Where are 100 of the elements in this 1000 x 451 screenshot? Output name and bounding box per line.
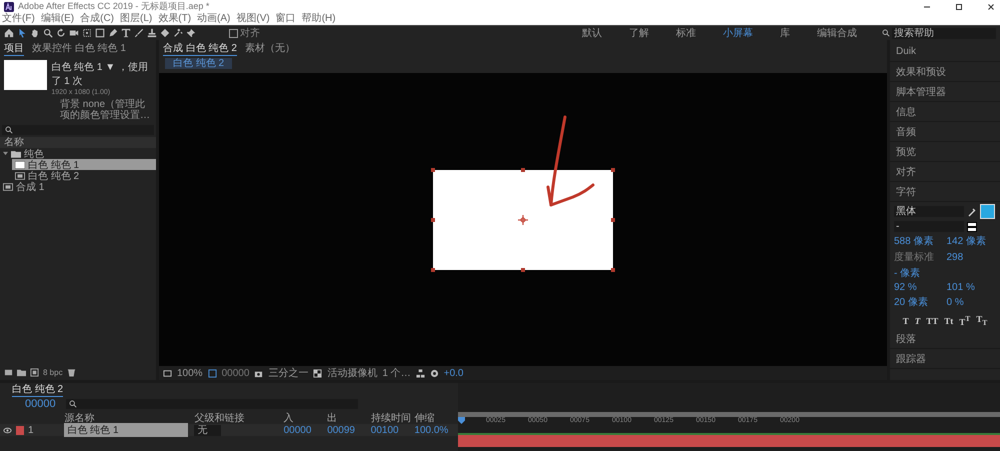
text-style-button[interactable]: T <box>912 316 922 326</box>
workspace-tab[interactable]: 小屏幕 <box>711 26 765 40</box>
stroke-color-swatch-icon[interactable] <box>967 222 977 232</box>
panel-header[interactable]: 音频 <box>890 122 1000 142</box>
menu-item[interactable]: 视图(V) <box>236 13 270 25</box>
menu-item[interactable]: 窗口 <box>276 13 296 25</box>
solid-layer[interactable] <box>433 170 613 270</box>
panel-header[interactable]: 对齐 <box>890 162 1000 182</box>
panel-header[interactable]: 效果和预设 <box>890 62 1000 82</box>
column-header[interactable]: 父级和链接 <box>188 411 284 425</box>
timeline-tab[interactable]: 白色 纯色 2 <box>12 382 64 397</box>
resolution-dropdown[interactable]: 三分之一 <box>268 366 308 380</box>
close-icon[interactable] <box>986 2 996 12</box>
menu-item[interactable]: 文件(F) <box>2 13 35 25</box>
fill-color-swatch[interactable] <box>980 204 995 219</box>
safe-margins-icon[interactable] <box>208 368 217 378</box>
anchor-point-icon[interactable] <box>518 214 528 224</box>
type-tool-icon[interactable] <box>121 28 131 38</box>
menu-item[interactable]: 编辑(E) <box>40 13 74 25</box>
project-item[interactable]: 白色 纯色 2 <box>12 170 156 181</box>
panel-header[interactable]: 脚本管理器 <box>890 82 1000 102</box>
maximize-icon[interactable] <box>954 2 964 12</box>
rect-tool-icon[interactable] <box>95 28 105 38</box>
magnification-dropdown[interactable]: 100% <box>177 368 203 378</box>
layer-search-field[interactable] <box>66 399 358 409</box>
panel-tab[interactable]: 项目 <box>4 40 24 56</box>
leading-field[interactable]: 142 像素 <box>946 234 996 248</box>
workspace-tab[interactable]: 编辑合成 <box>805 26 869 40</box>
composition-breadcrumb[interactable]: 白色 纯色 2 <box>165 58 232 69</box>
rotate-tool-icon[interactable] <box>56 28 66 38</box>
text-style-button[interactable]: T$_{T}$ <box>974 314 990 327</box>
project-item[interactable]: 白色 纯色 1 <box>12 159 156 170</box>
menu-item[interactable]: 合成(C) <box>80 13 114 25</box>
exposure-value[interactable]: +0.0 <box>444 368 464 378</box>
snap-checkbox[interactable] <box>229 28 238 38</box>
panel-header[interactable]: 字符 <box>890 182 1000 202</box>
stroke-width-field[interactable]: - 像素 <box>894 266 944 280</box>
pen-tool-icon[interactable] <box>108 28 118 38</box>
horizontal-scale-field[interactable]: 101 % <box>946 282 996 293</box>
exposure-icon[interactable] <box>430 368 439 378</box>
font-family-dropdown[interactable]: 黑体 <box>894 206 964 217</box>
column-header[interactable]: 名称 <box>0 137 156 148</box>
camera-snapshot-icon[interactable] <box>254 368 264 378</box>
hand-tool-icon[interactable] <box>30 28 40 38</box>
brush-tool-icon[interactable] <box>134 28 144 38</box>
stamp-tool-icon[interactable] <box>147 28 157 38</box>
menu-item[interactable]: 效果(T) <box>158 13 192 25</box>
project-item[interactable]: 纯色 <box>0 148 156 159</box>
vertical-scale-field[interactable]: 92 % <box>894 282 944 293</box>
menu-item[interactable]: 动画(A) <box>197 13 230 25</box>
panel-tab[interactable]: 素材（无） <box>244 41 295 55</box>
current-time-display[interactable]: 00000 <box>222 368 250 378</box>
font-style-dropdown[interactable]: - <box>894 221 964 232</box>
panel-tab[interactable]: 效果控件 白色 纯色 1 <box>32 41 126 55</box>
help-search-field[interactable]: 搜索帮助 <box>892 28 996 38</box>
menu-item[interactable]: 图层(L) <box>120 13 152 25</box>
home-tool-icon[interactable] <box>4 28 14 38</box>
column-header[interactable]: 持续时间 <box>370 411 414 425</box>
workspace-tab[interactable]: 标准 <box>664 26 708 40</box>
workspace-tab[interactable]: 默认 <box>570 26 614 40</box>
column-header[interactable]: 入 <box>284 411 328 425</box>
arrow-tool-icon[interactable] <box>17 28 27 38</box>
panel-header[interactable]: 段落 <box>890 329 1000 349</box>
panel-header[interactable]: 预览 <box>890 142 1000 162</box>
bit-depth-label[interactable]: 8 bpc <box>43 368 63 376</box>
camera-dropdown[interactable]: 活动摄像机 <box>327 366 378 380</box>
column-header[interactable]: 出 <box>327 411 371 425</box>
panel-tab[interactable]: 合成 白色 纯色 2 <box>163 40 237 56</box>
tracking-field[interactable]: 298 <box>946 252 996 262</box>
text-style-button[interactable]: Tt <box>942 316 956 326</box>
workspace-tab[interactable]: 了解 <box>617 26 661 40</box>
menu-item[interactable]: 帮助(H) <box>302 13 336 25</box>
eyedropper-icon[interactable] <box>967 206 977 216</box>
new-composition-icon[interactable] <box>30 368 39 376</box>
current-time-display[interactable]: 00000 <box>25 398 56 410</box>
column-header[interactable]: 源名称 <box>64 411 188 425</box>
layer-name[interactable]: 白色 纯色 1 <box>64 423 188 437</box>
transparency-grid-icon[interactable] <box>313 368 322 378</box>
project-search-field[interactable] <box>2 125 154 135</box>
zoom-tool-icon[interactable] <box>43 28 53 38</box>
new-folder-icon[interactable] <box>17 368 26 376</box>
pan-tool-icon[interactable] <box>82 28 92 38</box>
baseline-shift-field[interactable]: 20 像素 <box>894 295 944 309</box>
camera-tool-icon[interactable] <box>69 28 79 38</box>
parent-dropdown[interactable]: 无 <box>194 425 222 436</box>
panel-header[interactable]: Duik <box>890 42 1000 62</box>
kerning-field[interactable]: 度量标准 <box>894 250 944 264</box>
project-item[interactable]: 合成 1 <box>0 181 156 192</box>
panel-header[interactable]: 跟踪器 <box>890 349 1000 369</box>
workspace-tab[interactable]: 库 <box>768 26 802 40</box>
label-color-chip[interactable] <box>16 426 24 434</box>
text-style-button[interactable]: TT <box>924 316 940 326</box>
text-style-button[interactable]: T$^{T}$ <box>957 314 972 327</box>
flowchart-icon[interactable] <box>416 368 425 378</box>
trash-icon[interactable] <box>66 368 76 376</box>
font-size-field[interactable]: 588 像素 <box>894 234 944 248</box>
views-dropdown[interactable]: 1 个… <box>382 366 411 380</box>
text-style-button[interactable]: T <box>900 316 911 326</box>
eye-icon[interactable] <box>3 426 12 434</box>
expanded-caret-icon[interactable] <box>3 151 8 156</box>
